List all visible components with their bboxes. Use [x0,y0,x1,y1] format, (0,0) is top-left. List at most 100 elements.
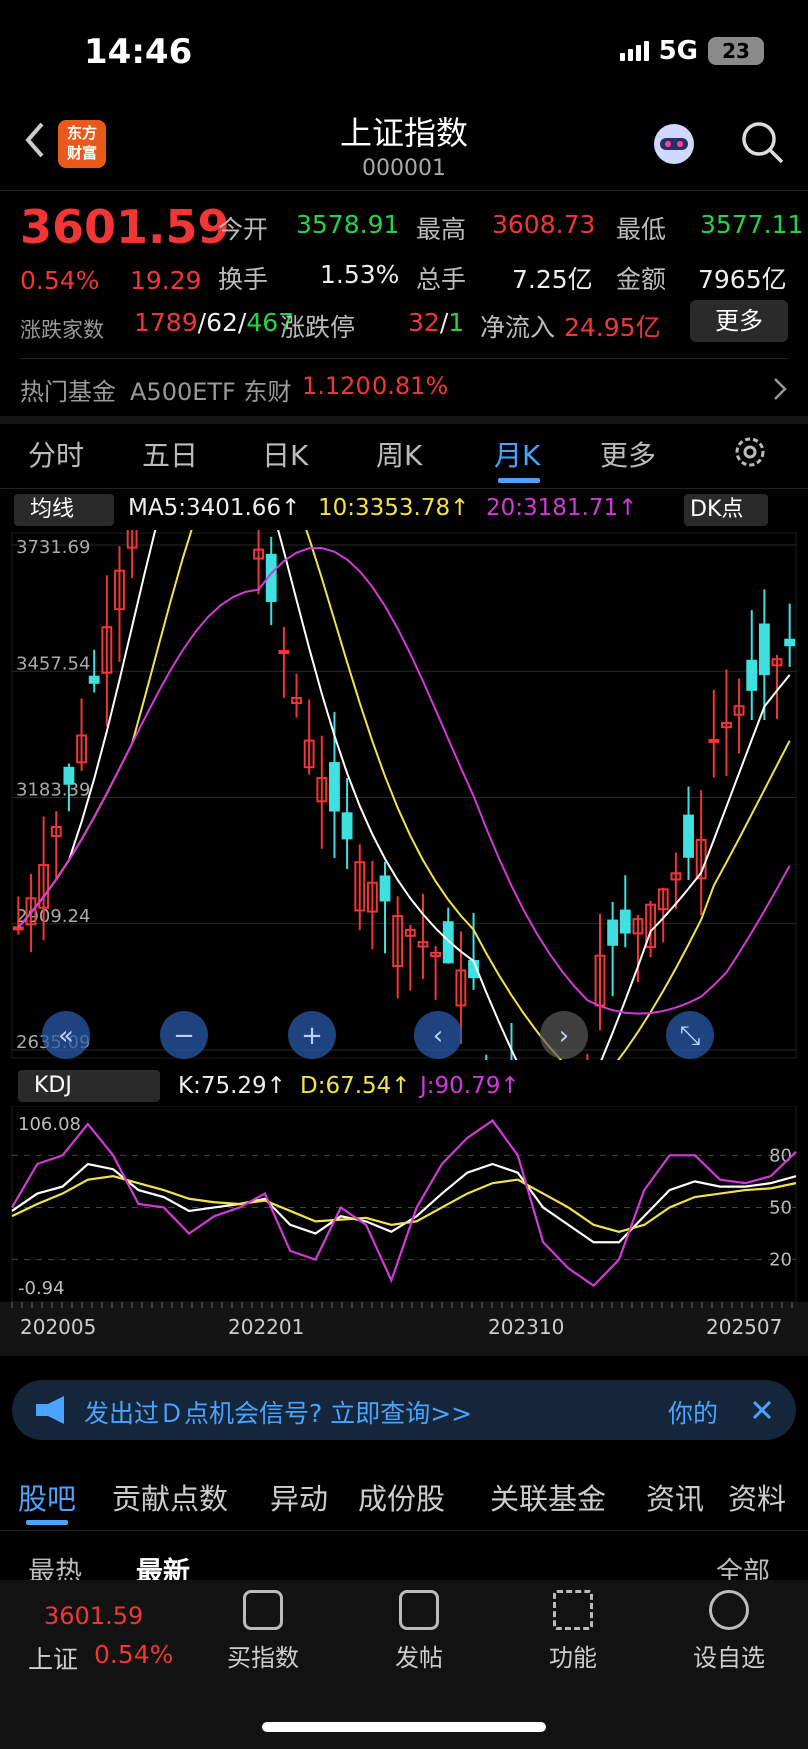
tab-daily-k[interactable]: 日K [262,434,308,474]
hot-fund-name: A500ETF 东财 [130,378,292,406]
tab-five-day[interactable]: 五日 [142,434,198,474]
bottom-tab-indicator [26,1520,68,1525]
nav-index-name: 上证 [28,1645,79,1674]
volume-label: 总手 [416,265,467,294]
tab-divider [0,488,808,489]
x-tick-label: 202310 [488,1315,564,1339]
candle-body [329,762,340,812]
ma10-label: 10:3353.78↑ [318,495,470,521]
kdj-chart[interactable]: 106.08 -0.94 80 50 20 202005 202201 202310 20250… [0,1106,808,1356]
battery-icon: 23 [708,37,764,65]
bottom-tab-divider [0,1530,808,1531]
netflow-label: 净流入 [480,313,556,342]
x-tick-label: 202507 [706,1315,782,1339]
kdj-right-tick: 20 [769,1250,792,1271]
network-type: 5G [658,36,698,66]
current-price: 3601.59 [20,200,230,254]
megaphone-icon [36,1396,64,1424]
nav-index-pct: 0.54% [94,1640,174,1669]
tab-related-funds[interactable]: 关联基金 [490,1476,606,1518]
candle-body [607,919,619,946]
section-gap [0,416,808,424]
ma-line-10 [17,530,791,1060]
open-label: 今开 [218,215,269,244]
candle-body [278,650,290,655]
tab-movement[interactable]: 异动 [270,1476,328,1518]
search-icon[interactable] [738,118,786,166]
prev-icon-glyph: ‹ [433,1021,443,1051]
grid-icon [553,1590,593,1630]
settings-icon[interactable] [732,434,768,470]
nav-functions[interactable]: 功能 [518,1590,628,1673]
candle-body [746,659,758,691]
dk-point-button[interactable]: DK点 [684,494,768,526]
banner-text: 发出过Ｄ点机会信号? 立即查询>> [84,1399,473,1428]
y-tick-label: 3457.54 [16,653,90,674]
candle-body [379,875,391,902]
fullscreen-icon-glyph: ⤡ [680,1021,701,1051]
adv-dec-label: 涨跌家数 [20,318,104,342]
x-tick-label: 202005 [20,1315,96,1339]
tab-constituents[interactable]: 成份股 [358,1476,445,1518]
hot-fund-label: 热门基金 [20,378,116,406]
chart-icon [243,1590,283,1630]
change-amount: 19.29 [130,266,202,295]
more-button[interactable]: 更多 [690,300,788,342]
tab-monthly-k[interactable]: 月K [494,434,540,474]
nav-buy-index[interactable]: 买指数 [208,1590,318,1673]
tab-intraday[interactable]: 分时 [28,434,84,474]
active-tab-indicator [498,478,540,483]
hot-fund-price: 1.120 [302,372,371,400]
robot-assistant-icon[interactable] [650,120,698,168]
nav-add-watchlist[interactable]: 设自选 [674,1590,784,1673]
y-tick-label: 3731.69 [16,537,90,558]
more-dots-icon [709,1590,749,1630]
ma-line-MA5 [17,530,791,1060]
nav-index-price-red[interactable]: 3601.59 [44,1602,143,1630]
kdj-y-min: -0.94 [18,1278,65,1299]
candlestick-chart[interactable]: 3731.693457.543183.392909.242635.09«−+‹›… [0,530,808,1060]
candle-body [758,623,770,676]
quote-divider [20,358,788,359]
turnover-label: 换手 [218,265,269,294]
kdj-d-label: D:67.54↑ [300,1073,411,1099]
x-tick-label: 202201 [228,1315,304,1339]
high-value: 3608.73 [492,210,596,239]
kdj-y-max: 106.08 [18,1114,81,1135]
next-icon-glyph: › [559,1021,569,1051]
tab-more[interactable]: 更多 [600,434,656,474]
low-label: 最低 [616,215,667,244]
ma-select[interactable]: 均线 [14,494,114,526]
edit-icon [399,1590,439,1630]
chevron-right-icon [774,378,787,400]
tab-profile[interactable]: 资料 [728,1476,786,1518]
adv-dec-values: 1789/62/467 [134,308,295,337]
promo-banner[interactable]: 发出过Ｄ点机会信号? 立即查询>> 你的 [12,1380,796,1440]
kdj-k-label: K:75.29↑ [178,1073,286,1099]
ma5-label: MA5:3401.66↑ [128,495,301,521]
hot-fund-row[interactable]: 热门基金 A500ETF 东财 1.120 0.81% [0,362,808,412]
close-icon[interactable] [750,1398,774,1422]
tab-guba[interactable]: 股吧 [18,1476,76,1518]
candle-body [63,766,75,785]
status-time: 14:46 [84,32,193,72]
tab-contribution[interactable]: 贡献点数 [112,1476,228,1518]
status-indicators: 5G 23 [619,36,764,66]
zoom-out-icon-glyph: − [173,1021,195,1051]
tab-weekly-k[interactable]: 周K [376,434,422,474]
nav-post[interactable]: 发帖 [364,1590,474,1673]
candle-body [88,675,100,684]
amount-label: 金额 [616,265,667,294]
candle-body [708,738,720,743]
candle-body [683,814,694,858]
candle-body [341,812,353,840]
tab-news[interactable]: 资讯 [646,1476,704,1518]
ma20-label: 20:3181.71↑ [486,495,638,521]
rewind-icon-glyph: « [58,1021,74,1051]
kdj-line-D [11,1175,797,1233]
x-axis-band [0,1302,808,1356]
amount-value: 7965亿 [698,265,787,294]
signal-icon [619,41,649,61]
candle-body [12,926,24,931]
kdj-select[interactable]: KDJ [18,1070,160,1102]
